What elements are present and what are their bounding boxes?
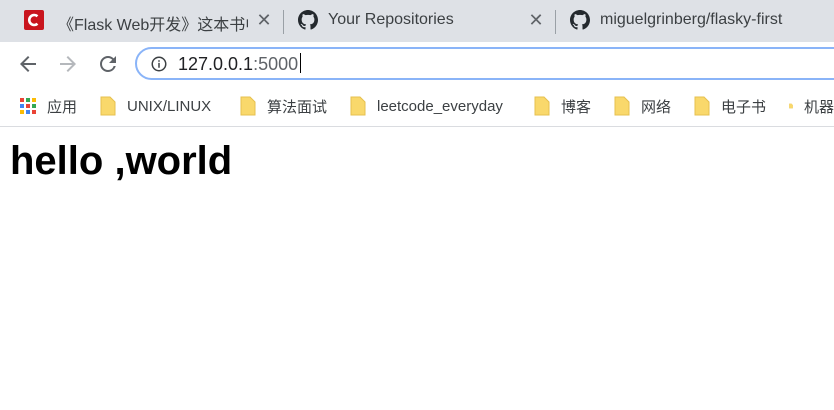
reload-icon[interactable] [96,52,120,76]
folder-icon [534,96,550,116]
folder-icon [789,103,793,109]
csdn-icon [24,10,44,30]
github-icon [570,10,590,30]
bookmark-folder-network[interactable]: 网络 [614,94,671,118]
bookmark-label: UNIX/LINUX [127,97,212,115]
tab-title: 《Flask Web开发》这本书中 [58,17,248,34]
bookmark-label: 机器 [803,98,834,116]
tab-title: miguelgrinberg/flasky-first [600,11,783,28]
page-content: hello ,world [0,127,834,410]
bookmark-folder-blog[interactable]: 博客 [534,94,591,118]
bookmark-folder-unix[interactable]: UNIX/LINUX [100,94,211,118]
bookmark-label: 电子书 [721,98,767,116]
bookmark-label: leetcode_everyday [377,97,503,115]
url-text[interactable]: 127.0.0.1:5000 [178,53,302,75]
apps-grid-icon [20,98,36,114]
bookmark-folder-machine[interactable]: 机器 [789,94,834,118]
folder-icon [100,96,116,116]
forward-arrow-icon[interactable] [56,52,80,76]
bookmark-folder-ebooks[interactable]: 电子书 [694,94,766,118]
bookmark-label: 博客 [561,98,592,116]
folder-icon [240,96,256,116]
bookmark-label: 算法面试 [267,98,328,116]
close-tab-icon[interactable]: ✕ [253,9,275,31]
close-tab-icon[interactable]: ✕ [525,9,547,31]
bookmark-apps[interactable]: 应用 [20,94,77,118]
url-port: :5000 [253,54,299,74]
folder-icon [694,96,710,116]
info-icon[interactable] [150,55,168,73]
tab-separator [555,10,556,34]
back-arrow-icon[interactable] [16,52,40,76]
tab-title: Your Repositories [328,11,454,28]
bookmark-label: 应用 [47,98,78,116]
folder-icon [350,96,366,116]
tab-separator [283,10,284,34]
bookmark-folder-leetcode[interactable]: leetcode_everyday [350,94,503,118]
bookmark-label: 网络 [641,98,672,116]
folder-icon [614,96,630,116]
page-heading: hello ,world [10,139,233,183]
bookmark-folder-algorithms[interactable]: 算法面试 [240,94,327,118]
github-icon [298,10,318,30]
url-host: 127.0.0.1 [178,54,254,74]
text-caret [300,53,302,73]
tab-strip: 《Flask Web开发》这本书中 ✕ Your Repositories ✕ … [0,0,834,42]
